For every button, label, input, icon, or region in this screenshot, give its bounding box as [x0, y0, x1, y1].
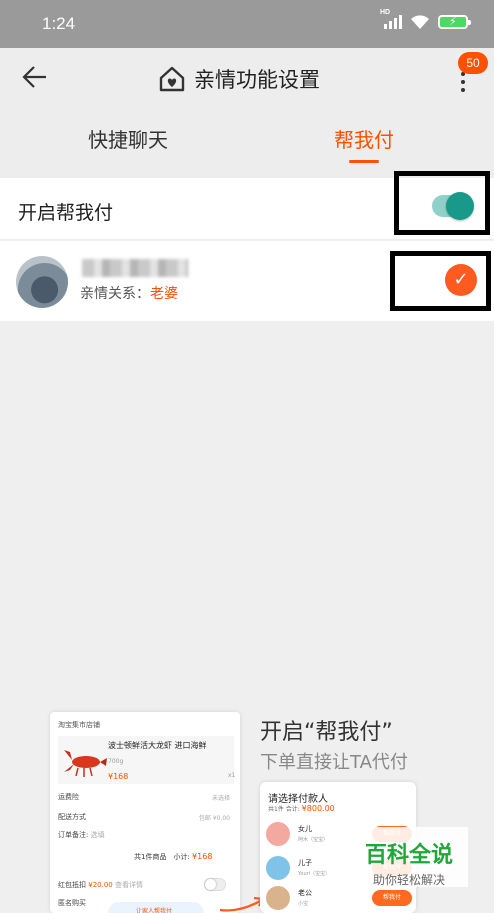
more-menu-button[interactable] [456, 72, 470, 96]
hd-indicator: HD [380, 9, 391, 16]
lobster-image [64, 750, 107, 777]
tab-quick-chat[interactable]: 快捷聊天 [88, 124, 168, 153]
promo-subline: 下单直接让TA代付 [260, 752, 408, 773]
payer-avatar [266, 822, 290, 846]
family-member-row[interactable]: 亲情关系：老婆 ✓ [0, 241, 494, 321]
watermark: 百科全说 助你轻松解决 [350, 827, 468, 887]
order-screenshot: 淘宝集市店铺 波士顿鲜活大龙虾 进口海鲜 700g ¥168 x1 运费险 未选… [50, 712, 240, 913]
enable-pay-toggle[interactable] [432, 192, 474, 220]
watermark-title: 百科全说 [364, 843, 453, 868]
payer-sheet-title: 请选择付款人 [268, 794, 328, 805]
relation-text: 亲情关系：老婆 [80, 283, 178, 303]
family-home-icon [159, 66, 185, 92]
insurance-label: 运费险 [58, 793, 79, 801]
relation-label: 亲情关系： [80, 286, 150, 302]
active-tab-indicator [349, 160, 379, 163]
redpacket-toggle [204, 878, 226, 891]
enable-pay-label: 开启帮我付 [18, 202, 114, 224]
app-header: 亲情功能设置 50 快捷聊天 帮我付 [0, 48, 494, 178]
status-time: 1:24 [42, 14, 76, 33]
product-qty: x1 [228, 772, 236, 779]
product-weight: 700g [108, 758, 124, 765]
tab-bar: 快捷聊天 帮我付 [0, 124, 494, 170]
insurance-value: 未选择 [211, 795, 230, 802]
selected-check-icon[interactable]: ✓ [445, 264, 477, 296]
toggle-knob [446, 192, 474, 220]
charging-icon: ⚡ [449, 15, 457, 28]
payer-item: 老公 小宝 帮我付 [266, 886, 412, 913]
delivery-value: 包邮 ¥0.00 [198, 815, 230, 822]
enable-pay-row: 开启帮我付 [0, 171, 494, 240]
payer-avatar [266, 856, 290, 880]
status-icons: HD ⚡ [380, 9, 471, 30]
title-group: 亲情功能设置 [158, 64, 320, 94]
product-name: 波士顿鲜活大龙虾 进口海鲜 [108, 741, 207, 750]
anonymous-label: 匿名购买 [58, 899, 86, 907]
status-bar: 1:24 HD ⚡ [0, 0, 494, 48]
message-count-badge: 50 [458, 52, 488, 74]
order-subtotal: 共1件商品 小计: ¥168 [134, 852, 213, 861]
watermark-subtitle: 助你轻松解决 [372, 873, 445, 887]
back-button[interactable] [22, 64, 50, 92]
blurred-member-name [82, 259, 188, 277]
relation-value: 老婆 [150, 286, 178, 302]
tab-pay-for-me[interactable]: 帮我付 [334, 124, 394, 153]
payer-sheet-total: 共1件 合计: ¥800.00 [268, 804, 335, 813]
redpacket-row: 红包抵扣 ¥20.00 查看详情 [58, 881, 143, 889]
delivery-label: 配送方式 [58, 813, 86, 821]
page-title: 亲情功能设置 [194, 68, 320, 92]
signal-icon: HD [380, 9, 402, 29]
promo-headline: 开启“帮我付” [260, 720, 393, 745]
shop-name: 淘宝集市店铺 [58, 721, 100, 729]
back-arrow-icon [22, 66, 46, 88]
wifi-icon [411, 15, 429, 29]
product-price: ¥168 [108, 772, 129, 781]
battery-icon: ⚡ [438, 15, 471, 29]
payer-avatar [266, 886, 290, 910]
avatar [16, 256, 68, 308]
note-label: 订单备注: 选填 [58, 831, 105, 839]
pay-request-bubble: 让家人帮我付 [108, 902, 204, 913]
